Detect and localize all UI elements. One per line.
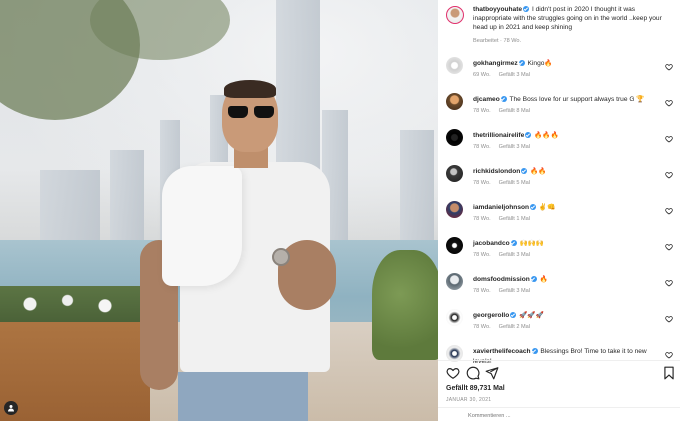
comment-item: richkidslondon 🔥🔥 78 Wo. Gefällt 5 Mal — [438, 165, 680, 199]
photo-bush — [372, 250, 438, 360]
comment-item: georgerollo 🚀🚀🚀 78 Wo. Gefällt 2 Mal — [438, 309, 680, 343]
comment-item: djcameo The Boss love for ur support alw… — [438, 93, 680, 127]
comment-username[interactable]: richkidslondon — [473, 168, 520, 175]
comment-text: 🔥🔥🔥 — [534, 132, 559, 139]
comment-item: jacobandco 🙌🙌🙌 78 Wo. Gefällt 3 Mal — [438, 237, 680, 271]
user-tag-icon[interactable] — [4, 401, 18, 415]
commenter-avatar[interactable] — [446, 129, 463, 146]
photo-flowers — [0, 286, 150, 322]
verified-badge-icon — [530, 203, 537, 210]
comment-age: 69 Wo. — [473, 71, 491, 78]
comment-username[interactable]: domsfoodmission — [473, 276, 530, 283]
commenter-avatar[interactable] — [446, 237, 463, 254]
commenter-avatar[interactable] — [446, 165, 463, 182]
comment-age: 78 Wo. — [473, 179, 491, 186]
comment-username[interactable]: gokhangirmez — [473, 60, 518, 67]
heart-icon[interactable] — [665, 63, 673, 71]
comment-item: gokhangirmez Kingo🔥 69 Wo. Gefällt 3 Mal — [438, 57, 680, 91]
post-caption: thatboyyouhate I didn't post in 2020 I t… — [438, 3, 680, 48]
photo-building — [110, 150, 144, 250]
instagram-post-view: thatboyyouhate I didn't post in 2020 I t… — [0, 0, 680, 421]
photo-building — [40, 170, 100, 250]
heart-icon[interactable] — [446, 366, 460, 380]
comment-text: 🚀🚀🚀 — [519, 312, 544, 319]
verified-badge-icon — [530, 275, 537, 282]
comment-age: 78 Wo. — [473, 107, 491, 114]
action-bar — [438, 364, 680, 382]
add-comment-input[interactable] — [468, 411, 618, 421]
divider — [438, 360, 680, 361]
comment-username[interactable]: iamdanieljohnson — [473, 204, 529, 211]
comment-age: 78 Wo. — [473, 287, 491, 294]
comment-item: iamdanieljohnson ✌️👊 78 Wo. Gefällt 1 Mal — [438, 201, 680, 235]
heart-icon[interactable] — [665, 171, 673, 179]
comments-panel: thatboyyouhate I didn't post in 2020 I t… — [438, 0, 680, 421]
comment-age: 78 Wo. — [473, 215, 491, 222]
comment-icon[interactable] — [466, 366, 480, 380]
comment-text: The Boss love for ur support always true… — [509, 96, 645, 103]
comment-text: Kingo🔥 — [527, 60, 553, 67]
bookmark-icon[interactable] — [662, 366, 676, 380]
comment-username[interactable]: thetrillionairelife — [473, 132, 524, 139]
comment-likes[interactable]: Gefällt 5 Mal — [499, 180, 530, 186]
comment-age: 78 Wo. — [473, 143, 491, 150]
commenter-avatar[interactable] — [446, 57, 463, 74]
commenter-avatar[interactable] — [446, 201, 463, 218]
photo-subject — [140, 80, 340, 421]
comment-username[interactable]: xavierthelifecoach — [473, 348, 531, 355]
comment-text: 🙌🙌🙌 — [519, 240, 545, 247]
heart-icon[interactable] — [665, 351, 673, 359]
comment-likes[interactable]: Gefällt 3 Mal — [499, 252, 530, 258]
verified-badge-icon — [518, 59, 525, 66]
comment-age: 78 Wo. — [473, 323, 491, 330]
verified-badge-icon — [500, 95, 507, 102]
heart-icon[interactable] — [665, 279, 673, 287]
comment-username[interactable]: georgerollo — [473, 312, 509, 319]
heart-icon[interactable] — [665, 315, 673, 323]
comment-username[interactable]: jacobandco — [473, 240, 510, 247]
comment-item: thetrillionairelife 🔥🔥🔥 78 Wo. Gefällt 3 M… — [438, 129, 680, 163]
verified-badge-icon — [510, 311, 517, 318]
comment-likes[interactable]: Gefällt 8 Mal — [499, 108, 530, 114]
caption-meta: Bearbeitet · 78 Wo. — [473, 38, 522, 44]
share-icon[interactable] — [485, 366, 499, 380]
comment-text: 🔥 — [539, 276, 548, 283]
comment-text: 🔥🔥 — [530, 168, 547, 175]
verified-badge-icon — [531, 347, 538, 354]
commenter-avatar[interactable] — [446, 93, 463, 110]
comment-age: 78 Wo. — [473, 251, 491, 258]
post-photo[interactable] — [0, 0, 438, 421]
post-likes-count[interactable]: Gefällt 89,731 Mal — [446, 385, 505, 392]
verified-badge-icon — [510, 239, 517, 246]
comment-likes[interactable]: Gefällt 3 Mal — [499, 144, 530, 150]
comment-likes[interactable]: Gefällt 2 Mal — [499, 324, 530, 330]
comment-likes[interactable]: Gefällt 3 Mal — [499, 72, 530, 78]
heart-icon[interactable] — [665, 243, 673, 251]
heart-icon[interactable] — [665, 135, 673, 143]
commenter-avatar[interactable] — [446, 273, 463, 290]
comment-item: domsfoodmission 🔥 78 Wo. Gefällt 3 Mal — [438, 273, 680, 307]
heart-icon[interactable] — [665, 99, 673, 107]
commenter-avatar[interactable] — [446, 309, 463, 326]
heart-icon[interactable] — [665, 207, 673, 215]
post-date: JANUAR 30, 2021 — [446, 397, 492, 403]
verified-badge-icon — [525, 131, 532, 138]
comment-likes[interactable]: Gefällt 3 Mal — [499, 288, 530, 294]
comment-username[interactable]: djcameo — [473, 96, 500, 103]
author-avatar[interactable] — [446, 6, 464, 24]
divider — [438, 407, 680, 408]
comment-likes[interactable]: Gefällt 1 Mal — [499, 216, 530, 222]
comment-text: ✌️👊 — [538, 204, 556, 211]
verified-badge-icon — [521, 167, 528, 174]
author-username[interactable]: thatboyyouhate — [473, 6, 522, 13]
verified-badge-icon — [523, 5, 530, 12]
